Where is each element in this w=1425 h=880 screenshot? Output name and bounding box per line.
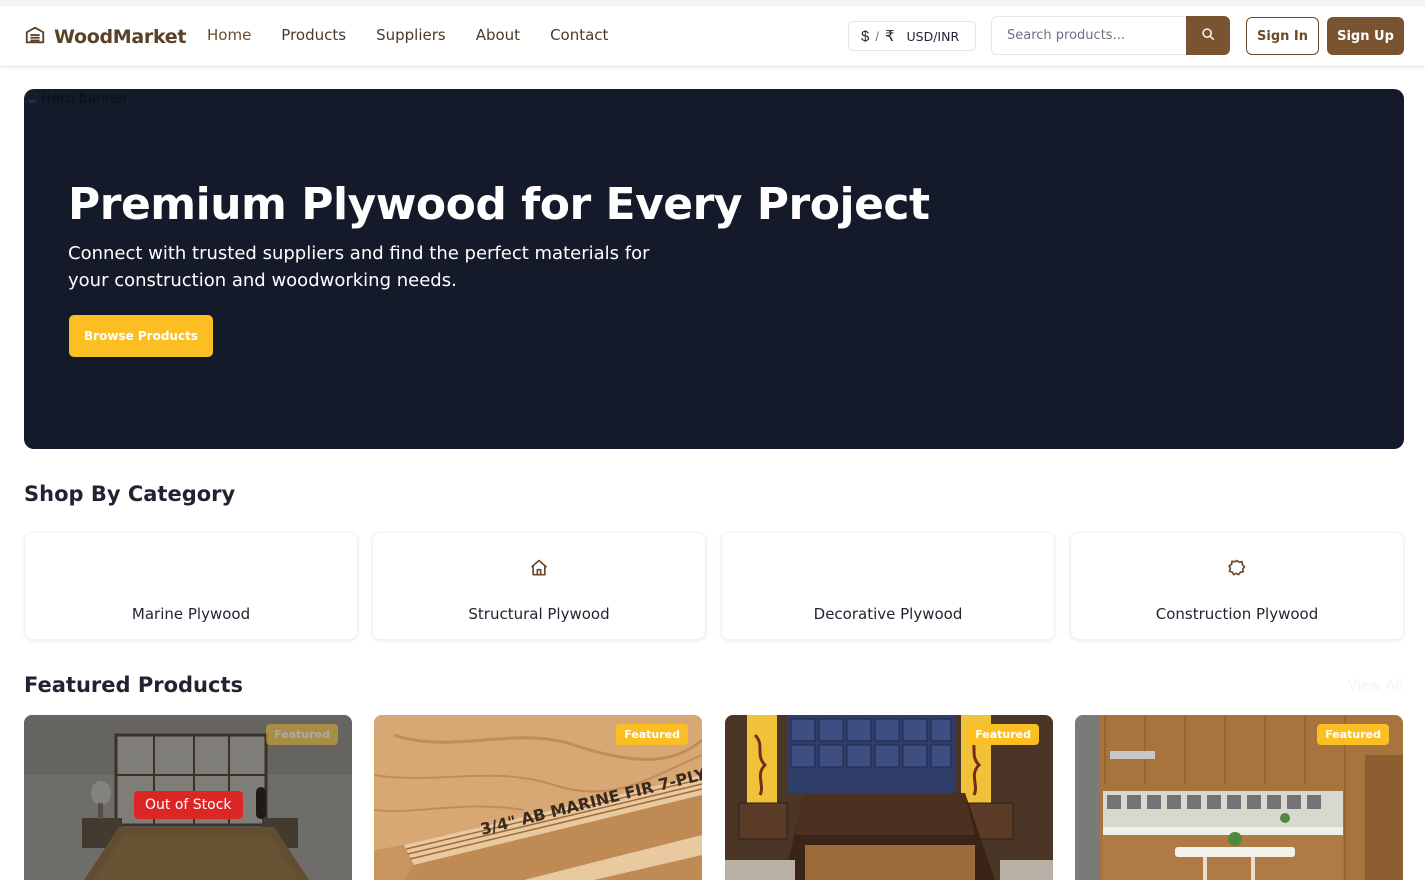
featured-badge: Featured <box>266 724 338 745</box>
main-nav: Home Products Suppliers About Contact <box>207 26 638 44</box>
product-card[interactable]: Featured <box>725 715 1053 880</box>
brand-logo[interactable]: WoodMarket <box>24 24 186 50</box>
currency-toggle[interactable]: $ / ₹ USD/INR <box>848 21 976 51</box>
currency-code: USD/INR <box>906 28 960 44</box>
out-of-stock-badge: Out of Stock <box>134 791 243 819</box>
nav-about[interactable]: About <box>476 26 520 44</box>
hero-subtitle: Connect with trusted suppliers and find … <box>68 243 650 291</box>
hero-banner: Hero banner Premium Plywood for Every Pr… <box>24 89 1404 449</box>
category-label: Construction Plywood <box>1155 605 1319 623</box>
featured-badge: Featured <box>616 724 688 745</box>
product-card[interactable]: Featured <box>1075 715 1403 880</box>
featured-section-title: Featured Products <box>24 673 243 697</box>
product-card[interactable]: Featured Out of Stock <box>24 715 352 880</box>
rupee-icon: ₹ <box>884 28 895 45</box>
category-label: Marine Plywood <box>131 605 251 623</box>
nav-suppliers[interactable]: Suppliers <box>376 26 446 44</box>
sign-up-button[interactable]: Sign Up <box>1327 17 1404 55</box>
nav-home[interactable]: Home <box>207 26 251 44</box>
search-icon <box>1201 27 1215 44</box>
sign-in-button[interactable]: Sign In <box>1246 17 1319 55</box>
category-card-construction[interactable]: Construction Plywood <box>1070 532 1404 640</box>
browse-products-button[interactable]: Browse Products <box>69 315 213 357</box>
broken-image-icon <box>25 93 38 105</box>
hero-title: Premium Plywood for Every Project <box>68 179 930 230</box>
product-card[interactable]: 3/4" AB MARINE FIR 7-PLY Featured <box>374 715 702 880</box>
warehouse-icon <box>24 24 46 51</box>
category-label: Decorative Plywood <box>813 605 963 623</box>
category-label: Structural Plywood <box>468 605 610 623</box>
category-card-structural[interactable]: Structural Plywood <box>372 532 706 640</box>
featured-badge: Featured <box>1317 724 1389 745</box>
category-card-marine[interactable]: Marine Plywood <box>24 532 358 640</box>
hero-image-alt: Hero banner <box>25 91 128 107</box>
search-input[interactable] <box>991 16 1186 55</box>
nav-products[interactable]: Products <box>281 26 346 44</box>
home-icon <box>528 557 550 579</box>
site-header: WoodMarket Home Products Suppliers About… <box>0 6 1425 67</box>
brand-name: WoodMarket <box>54 26 187 48</box>
category-section-title: Shop By Category <box>24 482 236 506</box>
featured-badge: Featured <box>967 724 1039 745</box>
category-card-decorative[interactable]: Decorative Plywood <box>721 532 1055 640</box>
badge-icon <box>1226 557 1248 579</box>
dollar-icon: $ <box>861 27 870 45</box>
currency-separator: / <box>875 28 879 44</box>
nav-contact[interactable]: Contact <box>550 26 608 44</box>
hero-alt-text: Hero banner <box>41 91 129 107</box>
view-all-link[interactable]: View All <box>1348 678 1403 694</box>
search-bar <box>991 16 1230 55</box>
search-button[interactable] <box>1186 16 1230 55</box>
